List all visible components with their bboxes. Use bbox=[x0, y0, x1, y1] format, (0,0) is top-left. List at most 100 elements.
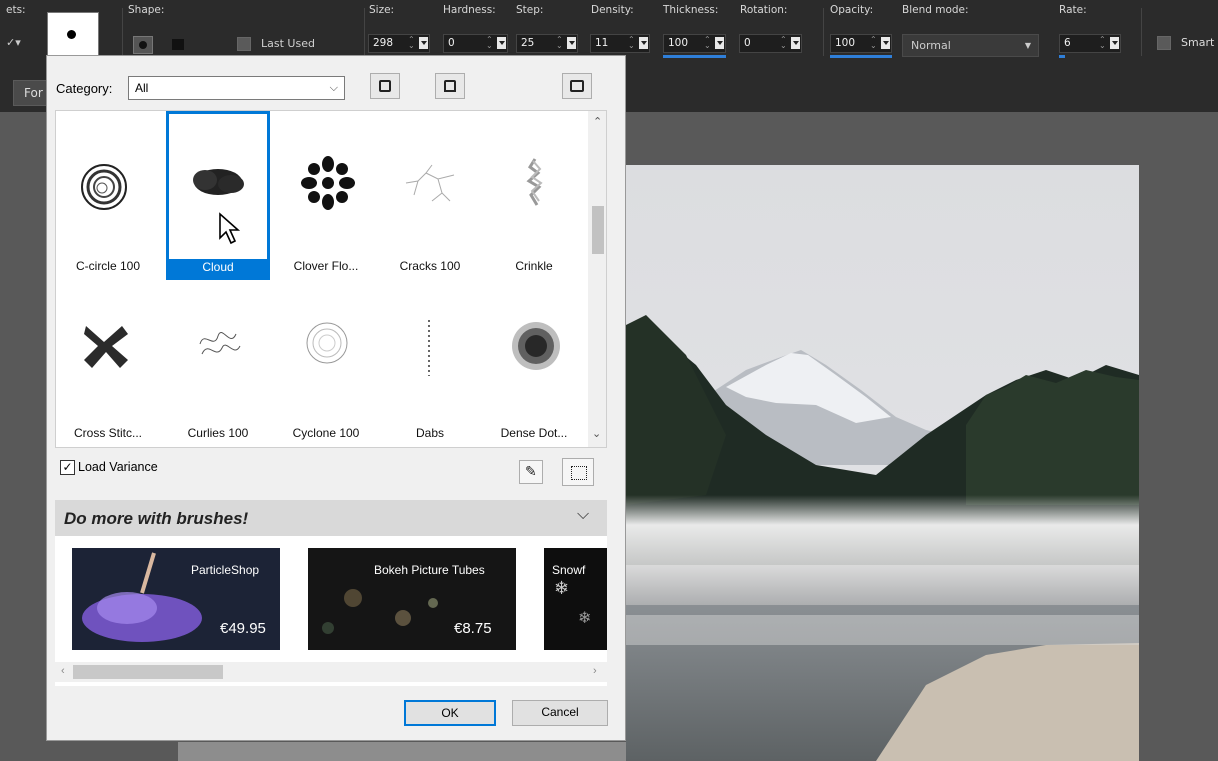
cross-stitch-brush-icon bbox=[84, 326, 128, 368]
promo-bokeh-tubes[interactable]: Bokeh Picture Tubes €8.75 bbox=[308, 548, 516, 650]
edit-icon: ✎ bbox=[525, 463, 537, 479]
density-label: Density: bbox=[591, 4, 634, 16]
mountain-lake-photo bbox=[626, 165, 1139, 761]
canvas-left-edge bbox=[178, 742, 626, 761]
density-spinner[interactable]: 11 ⌃ ⌄ bbox=[590, 34, 650, 53]
brush-item-cracks[interactable]: Cracks 100 bbox=[378, 111, 482, 280]
brush-item-cloud[interactable]: Cloud bbox=[166, 111, 270, 280]
size-spinner[interactable]: 298 ⌃ ⌄ bbox=[368, 34, 430, 53]
cyclone-brush-icon bbox=[306, 322, 348, 364]
brush-label: C-circle 100 bbox=[75, 259, 141, 273]
brush-label: Cloud bbox=[202, 260, 234, 274]
hardness-label: Hardness: bbox=[443, 4, 496, 16]
promo-header[interactable]: Do more with brushes! ⌵ bbox=[55, 500, 607, 536]
brush-item-clover-flower[interactable]: Clover Flo... bbox=[274, 111, 378, 280]
round-shape-button[interactable] bbox=[133, 36, 153, 54]
last-used-checkbox[interactable] bbox=[237, 37, 251, 51]
brush-grid-scrollbar[interactable]: ⌃ ⌄ bbox=[588, 111, 606, 447]
dense-dots-brush-icon bbox=[512, 322, 560, 370]
category-dropdown[interactable]: All ⌵ bbox=[128, 76, 345, 100]
import-brush-button[interactable] bbox=[370, 73, 400, 99]
brush-label: Clover Flo... bbox=[293, 259, 359, 273]
curlies-brush-icon bbox=[199, 332, 241, 355]
promo-snowflake[interactable]: Snowf ❄ ❄ bbox=[544, 548, 607, 650]
brush-item-dense-dots[interactable]: Dense Dot... bbox=[482, 296, 586, 446]
import-icon bbox=[379, 80, 391, 92]
rotation-spinner[interactable]: 0 ⌃ ⌄ bbox=[739, 34, 802, 53]
brush-item-crinkle[interactable]: Crinkle bbox=[482, 111, 586, 280]
chevron-down-icon: ▼ bbox=[1024, 41, 1031, 50]
brush-item-dabs[interactable]: Dabs bbox=[378, 296, 482, 446]
image-canvas[interactable] bbox=[626, 165, 1139, 761]
opacity-label: Opacity: bbox=[830, 4, 874, 16]
rate-spinner[interactable]: 6 ⌃ ⌄ bbox=[1059, 34, 1121, 53]
brush-item-c-circle[interactable]: C-circle 100 bbox=[56, 111, 160, 280]
scrollbar-thumb[interactable] bbox=[592, 206, 604, 254]
dabs-brush-icon bbox=[428, 320, 430, 376]
presets-label: ets: bbox=[6, 4, 26, 16]
brush-item-cross-stitch[interactable]: Cross Stitc... bbox=[56, 296, 160, 446]
mouse-cursor-icon bbox=[219, 212, 241, 245]
rate-label: Rate: bbox=[1059, 4, 1087, 16]
snowflake-icon: ❄ bbox=[554, 578, 570, 598]
scroll-right-icon[interactable]: › bbox=[593, 665, 597, 677]
brush-picker-dialog: Category: All ⌵ C-circle 100 Cloud Clove… bbox=[46, 55, 626, 741]
clover-brush-icon bbox=[301, 156, 355, 210]
scroll-down-icon[interactable]: ⌄ bbox=[592, 427, 601, 440]
settings-icon bbox=[571, 466, 587, 480]
promo-carousel: ParticleShop €49.95 Bokeh Picture Tubes … bbox=[55, 536, 607, 686]
square-shape-button[interactable] bbox=[172, 39, 184, 50]
promo-name: Snowf bbox=[552, 563, 586, 577]
load-variance-label: Load Variance bbox=[78, 460, 158, 474]
export-icon bbox=[444, 80, 456, 92]
category-label: Category: bbox=[56, 81, 113, 96]
brush-settings-button[interactable] bbox=[562, 458, 594, 486]
ok-button[interactable]: OK bbox=[404, 700, 496, 726]
smart-checkbox[interactable] bbox=[1157, 36, 1171, 50]
scroll-left-icon[interactable]: ‹ bbox=[61, 665, 65, 677]
brush-grid: C-circle 100 Cloud Clover Flo... Cracks … bbox=[55, 110, 607, 448]
promo-price: €8.75 bbox=[454, 620, 492, 637]
opacity-spinner[interactable]: 100 ⌃ ⌄ bbox=[830, 34, 892, 53]
load-variance-checkbox[interactable]: ✓ bbox=[60, 460, 75, 475]
brush-label: Dabs bbox=[415, 426, 444, 440]
blend-mode-label: Blend mode: bbox=[902, 4, 969, 16]
promo-price: €49.95 bbox=[220, 620, 266, 637]
promo-name: ParticleShop bbox=[191, 563, 260, 577]
rate-slider-bar[interactable] bbox=[1059, 55, 1065, 58]
opacity-slider-bar[interactable] bbox=[830, 55, 892, 58]
cracks-brush-icon bbox=[405, 164, 455, 202]
cancel-button[interactable]: Cancel bbox=[512, 700, 608, 726]
brush-tip-preview-button[interactable] bbox=[47, 12, 99, 57]
view-options-button[interactable] bbox=[562, 73, 592, 99]
brush-item-cyclone[interactable]: Cyclone 100 bbox=[274, 296, 378, 446]
snowflake-icon: ❄ bbox=[578, 610, 592, 627]
blend-mode-dropdown[interactable]: Normal ▼ bbox=[902, 34, 1039, 57]
presets-dropdown-icon[interactable]: ✓▾ bbox=[6, 36, 21, 49]
brush-label: Cyclone 100 bbox=[292, 426, 360, 440]
smart-label: Smart bbox=[1181, 36, 1215, 49]
rotation-label: Rotation: bbox=[740, 4, 788, 16]
promo-scrollbar[interactable]: ‹ › bbox=[55, 662, 607, 682]
brush-label: Dense Dot... bbox=[500, 426, 568, 440]
scroll-up-icon[interactable]: ⌃ bbox=[593, 115, 602, 128]
edit-brush-button[interactable]: ✎ bbox=[519, 460, 543, 484]
shape-label: Shape: bbox=[128, 4, 165, 16]
brush-item-curlies[interactable]: Curlies 100 bbox=[166, 296, 270, 446]
step-spinner[interactable]: 25 ⌃ ⌄ bbox=[516, 34, 578, 53]
brush-label: Cross Stitc... bbox=[73, 426, 142, 440]
promo-title: Do more with brushes! bbox=[64, 509, 249, 528]
promo-particleshop[interactable]: ParticleShop €49.95 bbox=[72, 548, 280, 650]
thickness-slider-bar[interactable] bbox=[663, 55, 726, 58]
promo-name: Bokeh Picture Tubes bbox=[374, 563, 485, 577]
last-used-label: Last Used bbox=[261, 37, 315, 50]
c-circle-brush-icon bbox=[81, 164, 127, 210]
chevron-down-icon[interactable]: ⌵ bbox=[577, 506, 589, 524]
delete-brush-button[interactable] bbox=[435, 73, 465, 99]
brush-label: Cracks 100 bbox=[399, 259, 461, 273]
thickness-spinner[interactable]: 100 ⌃ ⌄ bbox=[663, 34, 726, 53]
cloud-brush-icon bbox=[193, 169, 244, 195]
scrollbar-thumb[interactable] bbox=[73, 665, 223, 679]
hardness-spinner[interactable]: 0 ⌃ ⌄ bbox=[443, 34, 508, 53]
chevron-down-icon: ⌵ bbox=[329, 82, 338, 94]
